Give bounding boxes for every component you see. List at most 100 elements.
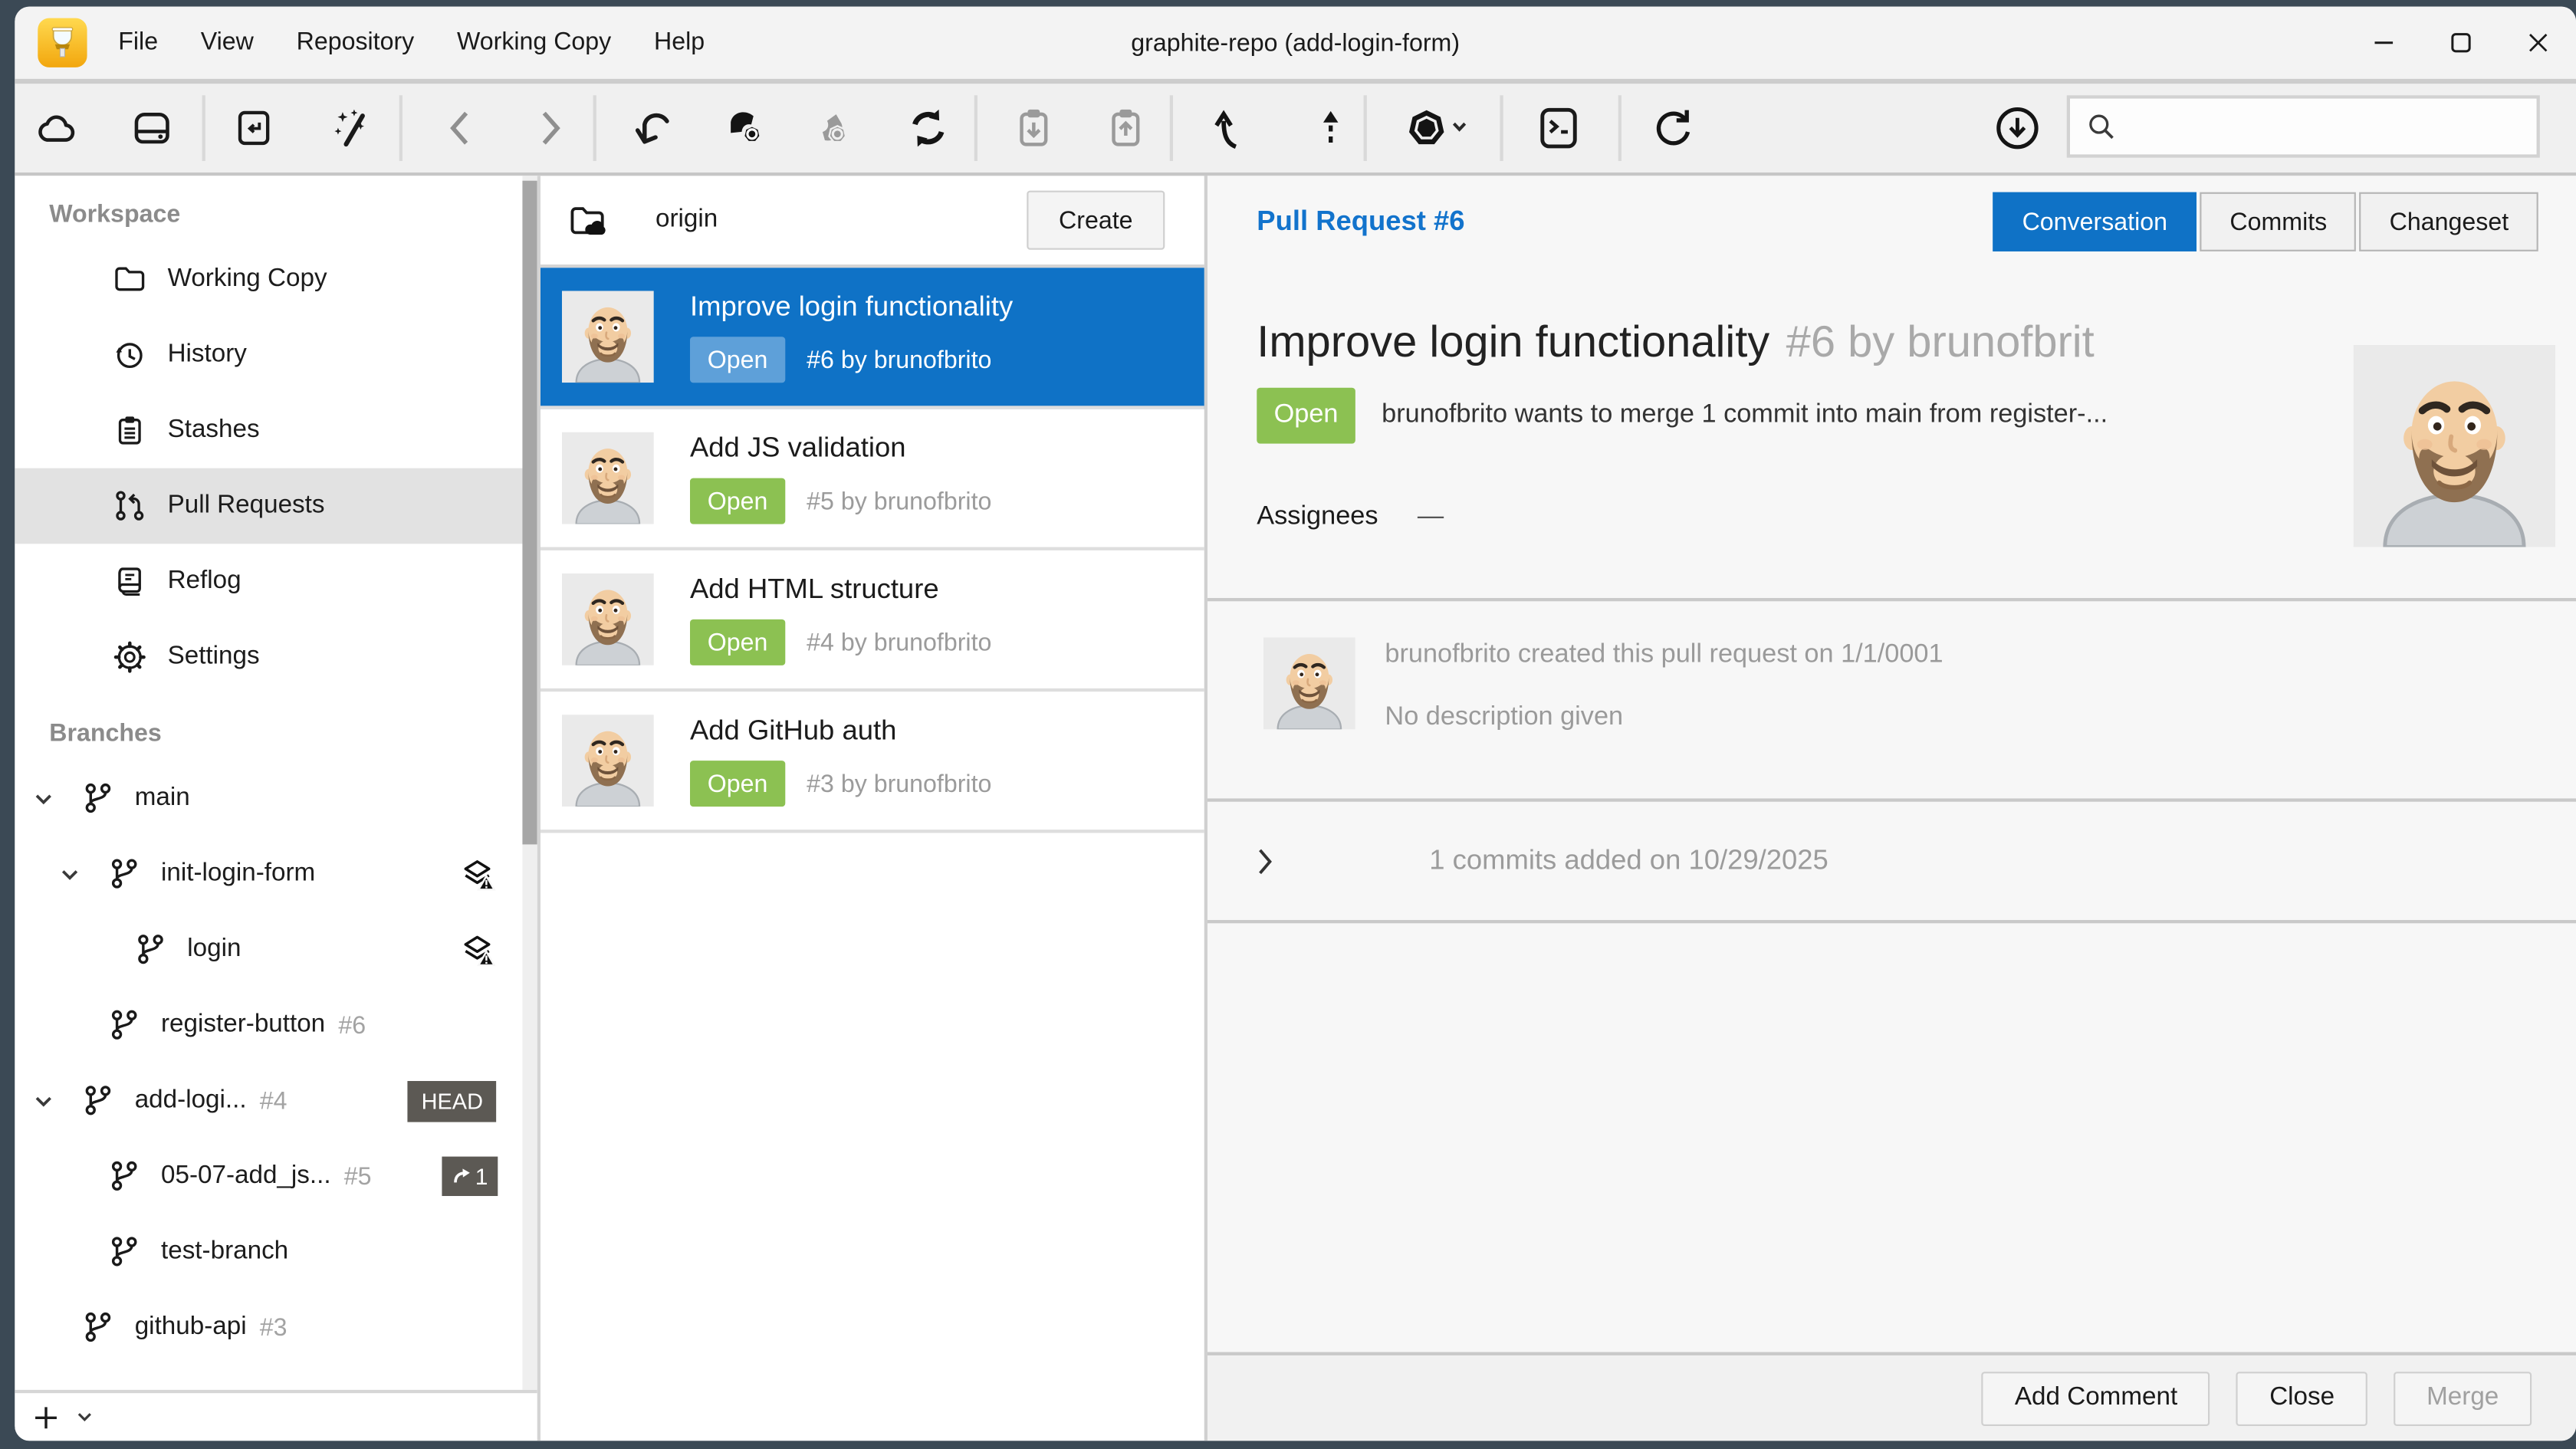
magic-wand-button[interactable] — [327, 105, 373, 151]
sync-button[interactable] — [904, 104, 953, 153]
pr-list-item[interactable]: Improve login functionality Open #6 by b… — [540, 268, 1204, 409]
main-area: Workspace Working Copy History — [15, 176, 2576, 1441]
assignees-value: — — [1418, 503, 1444, 533]
stash-pop-button[interactable] — [1102, 104, 1148, 153]
pr-list-item[interactable]: Add JS validation Open #5 by brunofbrito — [540, 409, 1204, 550]
minimize-button[interactable] — [2344, 7, 2422, 79]
sidebar-scrollbar[interactable] — [522, 176, 537, 1390]
terminal-button[interactable] — [1534, 104, 1582, 152]
chevron-down-icon[interactable] — [59, 863, 82, 886]
tab-commits[interactable]: Commits — [2200, 192, 2357, 251]
pr-detail-header: Pull Request #6 Conversation Commits Cha… — [1208, 176, 2576, 268]
account-icon — [1405, 104, 1470, 152]
avatar — [562, 573, 654, 665]
branch-row-05-07-add-js[interactable]: 05-07-add_js... #5 1 — [15, 1138, 537, 1214]
branch-row-add-login-form[interactable]: add-logi... #4 HEAD — [15, 1063, 537, 1138]
history-icon — [112, 337, 148, 373]
window-title: graphite-repo (add-login-form) — [1131, 29, 1460, 57]
refresh-button[interactable] — [1648, 104, 1697, 153]
download-button[interactable] — [1993, 104, 2042, 153]
sidebar-item-working-copy[interactable]: Working Copy — [15, 242, 537, 317]
menu-file[interactable]: File — [97, 7, 179, 79]
menu-repository[interactable]: Repository — [275, 7, 435, 79]
pull-icon — [721, 104, 769, 152]
sync-icon — [904, 104, 953, 153]
stage: File View Repository Working Copy Help g… — [0, 0, 2576, 1449]
drive-button[interactable] — [130, 106, 174, 150]
menu-help[interactable]: Help — [632, 7, 726, 79]
close-button[interactable] — [2499, 7, 2576, 79]
status-badge: Open — [690, 337, 785, 383]
branch-row-login[interactable]: login — [15, 912, 537, 987]
sidebar-item-stashes[interactable]: Stashes — [15, 393, 537, 468]
ahead-badge: 1 — [442, 1157, 498, 1196]
magic-wand-icon — [327, 105, 373, 151]
sidebar-item-label: History — [168, 340, 247, 370]
sidebar-scrollbar-thumb[interactable] — [522, 181, 537, 845]
forward-button[interactable] — [529, 105, 572, 151]
merge-summary: brunofbrito wants to merge 1 commit into… — [1382, 401, 2108, 431]
stash-apply-button[interactable] — [1010, 104, 1056, 153]
branch-row-test-branch[interactable]: test-branch — [15, 1214, 537, 1290]
open-repo-button[interactable] — [232, 106, 276, 150]
branch-row-register-button[interactable]: register-button #6 — [15, 987, 537, 1063]
merge-button-toolbar[interactable] — [1208, 104, 1254, 153]
refresh-icon — [1648, 104, 1697, 153]
add-comment-button[interactable]: Add Comment — [1982, 1371, 2210, 1425]
branch-label: main — [135, 784, 190, 813]
add-branch-button[interactable] — [33, 1404, 59, 1430]
branch-row-github-api[interactable]: github-api #3 — [15, 1290, 537, 1365]
pr-title-row: Improve login functionality#6 by brunofb… — [1257, 317, 2334, 368]
branch-row-init-login-form[interactable]: init-login-form — [15, 836, 537, 912]
branch-row-main[interactable]: main — [15, 761, 537, 836]
chevron-down-icon[interactable] — [33, 787, 56, 810]
commits-group-row[interactable]: 1 commits added on 10/29/2025 — [1257, 802, 2526, 920]
workspace-header: Workspace — [49, 192, 537, 238]
tab-changeset[interactable]: Changeset — [2360, 192, 2538, 251]
search-input[interactable] — [2118, 99, 2536, 155]
branch-icon — [108, 1009, 141, 1042]
menu-working-copy[interactable]: Working Copy — [435, 7, 632, 79]
rebase-button[interactable] — [1309, 104, 1352, 153]
merge-icon — [1208, 104, 1254, 153]
branch-pr-number: #4 — [260, 1087, 288, 1115]
pr-list-item[interactable]: Add HTML structure Open #4 by brunofbrit… — [540, 550, 1204, 692]
branches-header: Branches — [49, 711, 537, 757]
sidebar-item-label: Working Copy — [168, 264, 327, 294]
pr-item-text: Improve login functionality Open #6 by b… — [690, 291, 1013, 383]
back-button[interactable] — [439, 105, 481, 151]
open-repo-icon — [232, 106, 276, 150]
pr-title-suffix: #6 by brunofbrit — [1786, 317, 2095, 366]
search-box — [2067, 95, 2540, 157]
remote-folder-icon — [567, 199, 608, 241]
pull-button[interactable] — [721, 104, 769, 152]
avatar — [1263, 637, 1355, 729]
push-button[interactable] — [807, 104, 854, 152]
branch-icon — [82, 782, 115, 815]
toolbar-separator — [202, 95, 205, 161]
create-pr-button[interactable]: Create — [1027, 191, 1165, 250]
sidebar-item-settings[interactable]: Settings — [15, 619, 537, 695]
chevron-right-icon — [1257, 847, 1273, 875]
add-branch-menu-chevron[interactable] — [76, 1408, 94, 1426]
sidebar-item-pull-requests[interactable]: Pull Requests — [15, 468, 537, 544]
maximize-button[interactable] — [2422, 7, 2499, 79]
sidebar-item-reflog[interactable]: Reflog — [15, 544, 537, 619]
toolbar-separator — [1364, 95, 1367, 161]
pr-list-item[interactable]: Add GitHub auth Open #3 by brunofbrito — [540, 692, 1204, 833]
merge-pr-button[interactable]: Merge — [2394, 1371, 2532, 1425]
account-button[interactable] — [1405, 104, 1470, 152]
chevron-down-icon[interactable] — [33, 1089, 56, 1112]
branch-icon — [82, 1311, 115, 1344]
cloud-button[interactable] — [34, 106, 79, 150]
sidebar-item-history[interactable]: History — [15, 317, 537, 393]
pr-detail-panel: Pull Request #6 Conversation Commits Cha… — [1208, 176, 2576, 1441]
close-pr-button[interactable]: Close — [2236, 1371, 2367, 1425]
search-icon — [2085, 110, 2118, 143]
description-line: No description given — [1385, 703, 1943, 733]
push-icon — [807, 104, 854, 152]
share-button[interactable] — [632, 104, 680, 152]
tab-conversation[interactable]: Conversation — [1993, 192, 2197, 251]
menu-view[interactable]: View — [179, 7, 275, 79]
branch-pr-number: #5 — [344, 1162, 372, 1190]
